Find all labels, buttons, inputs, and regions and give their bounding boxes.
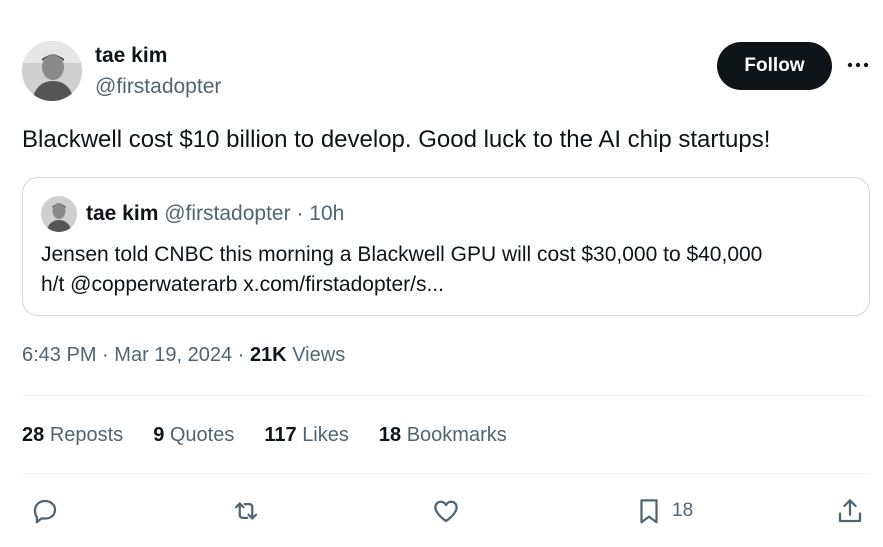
- quotes-count: 9: [153, 424, 165, 446]
- meta-separator: ·: [102, 344, 109, 366]
- quote-text: Jensen told CNBC this morning a Blackwel…: [41, 240, 861, 300]
- author-handle[interactable]: @firstadopter: [95, 75, 221, 99]
- bookmark-icon: [640, 499, 658, 524]
- divider: [22, 473, 870, 474]
- bookmarks-count: 18: [378, 424, 402, 446]
- bookmarks-stat[interactable]: 18 Bookmarks: [379, 424, 507, 447]
- quotes-label: Quotes: [169, 424, 235, 446]
- avatar[interactable]: [22, 41, 82, 101]
- reposts-count: 28: [22, 424, 45, 446]
- tweet-date[interactable]: Mar 19, 2024: [114, 344, 232, 366]
- quote-text-line1: Jensen told CNBC this morning a Blackwel…: [41, 243, 763, 266]
- likes-count: 117: [264, 424, 297, 446]
- quote-text-line2: h/t @copperwaterarb x.com/firstadopter/s…: [41, 273, 444, 296]
- meta-separator: ·: [237, 344, 245, 366]
- tweet-meta: 6:43 PM · Mar 19, 2024 · 21K Views: [22, 344, 345, 367]
- quote-meta: tae kim @firstadopter · 10h: [86, 202, 344, 226]
- divider: [22, 395, 870, 396]
- reposts-stat[interactable]: 28 Reposts: [22, 424, 123, 447]
- reply-icon[interactable]: [30, 496, 60, 526]
- quote-separator: ·: [296, 202, 304, 225]
- views-count: 21K: [249, 344, 287, 366]
- likes-stat[interactable]: 117 Likes: [264, 424, 349, 447]
- quote-avatar[interactable]: [41, 196, 77, 232]
- repost-icon[interactable]: [230, 496, 262, 526]
- quoted-tweet[interactable]: tae kim @firstadopter · 10h Jensen told …: [22, 177, 870, 316]
- quotes-stat[interactable]: 9 Quotes: [153, 424, 234, 447]
- bookmarks-label: Bookmarks: [406, 424, 507, 446]
- more-icon[interactable]: [846, 55, 870, 75]
- reposts-label: Reposts: [49, 424, 124, 446]
- share-icon[interactable]: [835, 496, 865, 526]
- quote-author-handle[interactable]: @firstadopter: [164, 202, 290, 225]
- bookmark-count: 18: [672, 500, 694, 521]
- author-name[interactable]: tae kim: [95, 44, 167, 68]
- bookmark-action[interactable]: 18: [634, 496, 693, 526]
- tweet-time[interactable]: 6:43 PM: [22, 344, 96, 366]
- like-icon[interactable]: [431, 496, 461, 526]
- tweet-stats: 28 Reposts 9 Quotes 117 Likes 18 Bookmar…: [22, 424, 507, 447]
- views-label: Views: [292, 344, 346, 366]
- quote-author-name[interactable]: tae kim: [86, 202, 158, 225]
- follow-button[interactable]: Follow: [717, 42, 832, 90]
- likes-label: Likes: [302, 424, 349, 446]
- tweet-text: Blackwell cost $10 billion to develop. G…: [22, 126, 771, 153]
- quote-time[interactable]: 10h: [309, 202, 344, 225]
